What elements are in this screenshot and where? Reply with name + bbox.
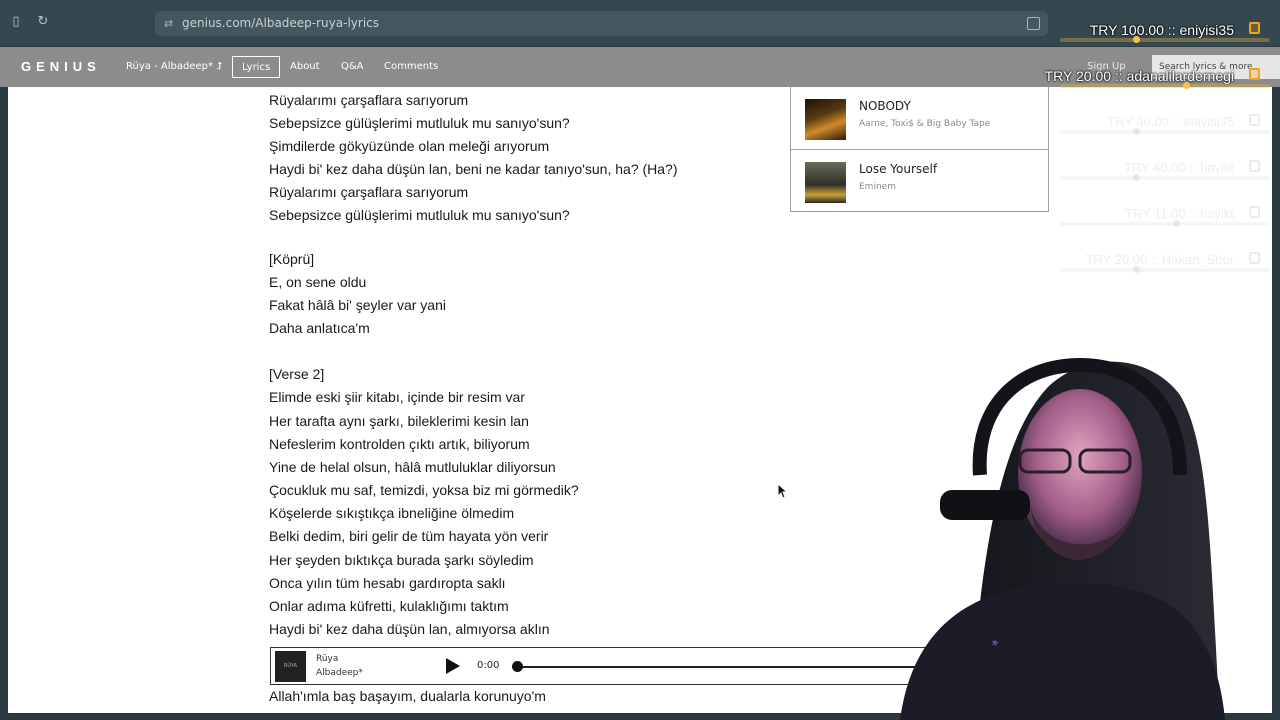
- lyric-line[interactable]: Elimde eski şiir kitabı, içinde bir resi…: [269, 389, 525, 405]
- recommendation-artist: Aarne, Toxi$ & Big Baby Tape: [859, 119, 991, 129]
- donation-icon: [1249, 114, 1260, 126]
- nav-comments[interactable]: Comments: [375, 56, 447, 78]
- player-track-artist: Albadeep*: [316, 668, 363, 678]
- donation-alert: TRY 100.00 :: eniyisi35: [1060, 20, 1270, 43]
- page-action-icon[interactable]: [1027, 17, 1040, 30]
- recommendations-panel: NOBODY Aarne, Toxi$ & Big Baby Tape Lose…: [790, 87, 1049, 212]
- donation-text: TRY 40.00 :: eniyisi35: [1107, 114, 1234, 129]
- lyric-line[interactable]: Sebepsizce gülüşlerimi mutluluk mu sanıy…: [269, 115, 570, 131]
- donation-icon: [1249, 252, 1260, 264]
- recommendation-artist: Eminem: [859, 182, 896, 192]
- donation-progress-bar: [1060, 130, 1270, 134]
- sidebar-toggle-icon[interactable]: ▯: [8, 14, 24, 30]
- recommendation-title: Lose Yourself: [859, 162, 938, 176]
- donation-alert: TRY 20.00 :: Hakan_Sbor: [1060, 250, 1270, 273]
- nav-lyrics[interactable]: Lyrics: [232, 56, 281, 78]
- donation-alert: TRY 40.00 :: hayikt: [1060, 158, 1270, 181]
- mouse-cursor-icon: [777, 483, 789, 499]
- lyric-line[interactable]: [Köprü]: [269, 251, 314, 267]
- donation-alert: TRY 11.00 :: hayikt: [1060, 204, 1270, 227]
- play-icon[interactable]: [446, 658, 460, 674]
- progress-handle[interactable]: [512, 661, 523, 672]
- webcam-overlay: ★: [900, 357, 1225, 720]
- lyric-line[interactable]: Onlar adıma küfretti, kulaklığımı taktım: [269, 598, 509, 614]
- lyric-line[interactable]: Daha anlatıca'm: [269, 320, 370, 336]
- address-bar[interactable]: ⇄ genius.com/Albadeep-ruya-lyrics: [155, 11, 1048, 36]
- donation-text: TRY 100.00 :: eniyisi35: [1089, 22, 1234, 38]
- donation-progress-bar: [1060, 84, 1270, 88]
- reload-icon[interactable]: ↻: [35, 14, 51, 30]
- donation-progress-dot: [1133, 266, 1140, 273]
- nav-about[interactable]: About: [281, 56, 329, 78]
- lyric-line[interactable]: Belki dedim, biri gelir de tüm hayata yö…: [269, 528, 548, 544]
- song-cover-image: [805, 162, 846, 203]
- lyric-line[interactable]: Çocukluk mu saf, temizdi, yoksa biz mi g…: [269, 482, 579, 498]
- player-cover-image: RÜYA: [275, 651, 306, 682]
- player-time: 0:00: [477, 660, 500, 671]
- donation-progress-dot: [1133, 36, 1140, 43]
- lyric-line[interactable]: Allah'ımla baş başayım, dualarla korunuy…: [269, 688, 546, 704]
- donation-text: TRY 20.00 :: adanalilardernegi: [1044, 68, 1234, 84]
- lyric-line[interactable]: Fakat hâlâ bi' şeyler var yani: [269, 297, 446, 313]
- lyric-line[interactable]: Rüyalarımı çarşaflara sarıyorum: [269, 92, 468, 108]
- donation-progress-dot: [1133, 128, 1140, 135]
- lyric-line[interactable]: Onca yılın tüm hesabı gardıropta saklı: [269, 575, 506, 591]
- donation-progress-bar: [1060, 38, 1270, 42]
- nav-qa[interactable]: Q&A: [332, 56, 373, 78]
- donation-alert: TRY 40.00 :: eniyisi35: [1060, 112, 1270, 135]
- lyric-line[interactable]: E, on sene oldu: [269, 274, 366, 290]
- lyric-line[interactable]: Her şeyden bıktıkça burada şarkı söyledi…: [269, 552, 534, 568]
- audio-player: RÜYA Rüya Albadeep* 0:00: [270, 647, 931, 685]
- donation-progress-bar: [1060, 268, 1270, 272]
- donation-progress-bar: [1060, 222, 1270, 226]
- genius-logo[interactable]: GENIUS: [21, 59, 101, 74]
- lyric-line[interactable]: [Verse 2]: [269, 366, 324, 382]
- lyric-line[interactable]: Sebepsizce gülüşlerimi mutluluk mu sanıy…: [269, 207, 570, 223]
- progress-bar[interactable]: [517, 666, 931, 668]
- lyric-line[interactable]: Nefeslerim kontrolden çıktı artık, biliy…: [269, 436, 530, 452]
- url-text: genius.com/Albadeep-ruya-lyrics: [182, 16, 380, 30]
- recommendation-item[interactable]: Lose Yourself Eminem: [791, 149, 1048, 211]
- donation-progress-dot: [1133, 174, 1140, 181]
- lyric-line[interactable]: Köşelerde sıkıştıkça ibneliğine ölmedim: [269, 505, 514, 521]
- lyric-line[interactable]: Yine de helal olsun, hâlâ mutluluklar di…: [269, 459, 556, 475]
- donation-alert: TRY 20.00 :: adanalilardernegi: [1044, 66, 1270, 89]
- recommendation-item[interactable]: NOBODY Aarne, Toxi$ & Big Baby Tape: [791, 87, 1048, 149]
- lyric-line[interactable]: Rüyalarımı çarşaflara sarıyorum: [269, 184, 468, 200]
- player-track-title: Rüya: [316, 654, 339, 664]
- lyric-line[interactable]: Şimdilerde gökyüzünde olan meleği arıyor…: [269, 138, 549, 154]
- donation-progress-dot: [1183, 82, 1190, 89]
- song-cover-image: [805, 99, 846, 140]
- header-song-title[interactable]: Rüya - Albadeep* ⮥: [126, 61, 222, 72]
- site-info-icon[interactable]: ⇄: [164, 11, 173, 36]
- donation-icon: [1249, 22, 1260, 34]
- lyric-line[interactable]: Haydi bi' kez daha düşün lan, almıyorsa …: [269, 621, 550, 637]
- donation-text: TRY 20.00 :: Hakan_Sbor: [1085, 252, 1234, 267]
- donation-icon: [1249, 68, 1260, 80]
- donation-icon: [1249, 160, 1260, 172]
- recommendation-title: NOBODY: [859, 99, 911, 113]
- lyric-line[interactable]: Haydi bi' kez daha düşün lan, beni ne ka…: [269, 161, 678, 177]
- donation-progress-bar: [1060, 176, 1270, 180]
- donation-progress-dot: [1173, 220, 1180, 227]
- lyric-line[interactable]: Her tarafta aynı şarkı, bileklerimi kesi…: [269, 413, 529, 429]
- donation-icon: [1249, 206, 1260, 218]
